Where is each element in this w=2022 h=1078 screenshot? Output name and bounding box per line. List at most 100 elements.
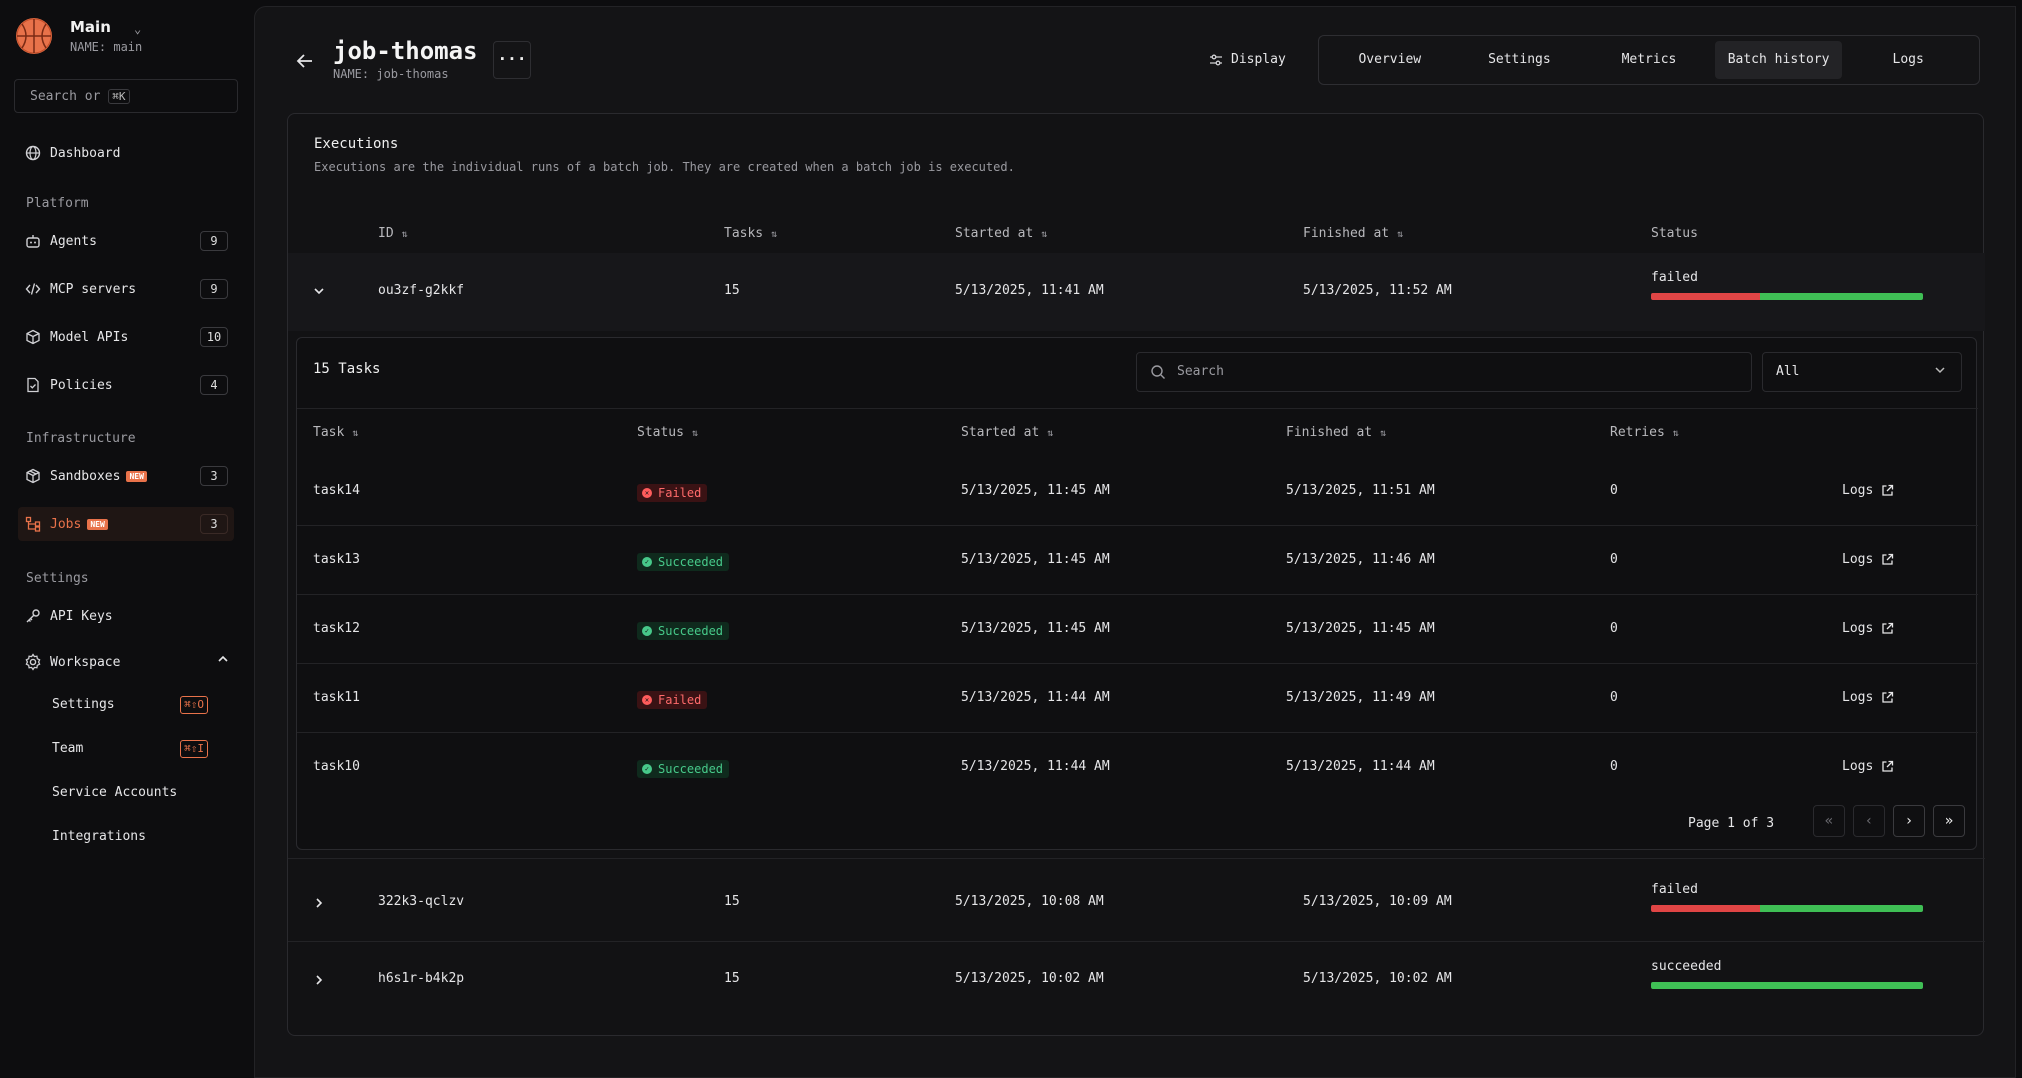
chevron-down-icon[interactable]: ⌄: [134, 22, 141, 36]
section-settings: Settings: [26, 571, 89, 586]
chevron-up-icon[interactable]: [216, 652, 230, 670]
shortcut-badge: ⌘⇧I: [180, 740, 208, 758]
box-icon: [24, 467, 42, 485]
chevron-down-icon: [1933, 363, 1947, 381]
main-panel: job-thomas NAME: job-thomas ··· Display …: [254, 6, 2016, 1078]
chevron-right-icon[interactable]: [312, 896, 326, 914]
basketball-logo-icon: [16, 18, 52, 54]
back-arrow-icon[interactable]: [295, 51, 315, 76]
external-link-icon: [1881, 484, 1894, 497]
column-header-retries[interactable]: Retries ⇅: [1610, 425, 1679, 440]
nav-label: Model APIs: [50, 329, 129, 345]
chevron-right-icon[interactable]: [312, 973, 326, 991]
page-subtitle: NAME: job-thomas: [333, 67, 449, 81]
nav-label: MCP servers: [50, 281, 137, 297]
link-text: Logs: [1842, 552, 1874, 567]
section-platform: Platform: [26, 196, 89, 211]
workspace-switcher[interactable]: Main NAME: main ⌄: [16, 18, 142, 54]
new-badge: NEW: [87, 518, 108, 530]
table-row[interactable]: [288, 253, 1985, 331]
logs-link[interactable]: Logs: [1842, 621, 1894, 636]
chevron-down-icon[interactable]: [312, 284, 326, 302]
sub-item-label: Settings: [52, 697, 115, 712]
tab-overview[interactable]: Overview: [1326, 41, 1454, 79]
executions-description: Executions are the individual runs of a …: [314, 160, 1015, 174]
nav-api-keys[interactable]: API Keys: [18, 599, 234, 633]
nav-label: API Keys: [50, 608, 113, 624]
workflow-icon: [24, 515, 42, 533]
nav-jobs[interactable]: Jobs NEW 3: [18, 507, 234, 541]
column-header-task[interactable]: Task ⇅: [313, 425, 358, 440]
column-header-finished[interactable]: Finished at ⇅: [1303, 226, 1403, 241]
tab-batch-history[interactable]: Batch history: [1714, 41, 1843, 79]
execution-started: 5/13/2025, 10:08 AM: [955, 894, 1104, 909]
status-badge: ✕ Failed: [637, 691, 708, 709]
status-progress-bar: [1651, 293, 1923, 300]
tab-bar: Overview Settings Metrics Batch history …: [1318, 35, 1980, 85]
search-box[interactable]: Search or ⌘K: [14, 79, 238, 113]
section-infrastructure: Infrastructure: [26, 431, 136, 446]
next-page-button[interactable]: ›: [1893, 805, 1925, 837]
task-search-input[interactable]: Search: [1136, 352, 1752, 392]
status-filter-select[interactable]: All: [1762, 352, 1962, 392]
nav-workspace[interactable]: Workspace: [18, 645, 234, 679]
execution-tasks: 15: [724, 283, 740, 298]
prev-page-button[interactable]: ‹: [1853, 805, 1885, 837]
status-text: Succeeded: [658, 624, 724, 638]
workspace-service-accounts-link[interactable]: Service Accounts: [52, 785, 177, 800]
shortcut-badge: ⌘⇧O: [180, 696, 208, 714]
display-button[interactable]: Display: [1209, 52, 1286, 67]
code-icon: [24, 280, 42, 298]
task-retries: 0: [1610, 552, 1618, 567]
task-name: task14: [313, 483, 360, 498]
nav-policies[interactable]: Policies 4: [18, 368, 234, 402]
task-name: task12: [313, 621, 360, 636]
execution-started: 5/13/2025, 10:02 AM: [955, 971, 1104, 986]
tab-settings[interactable]: Settings: [1456, 41, 1584, 79]
logs-link[interactable]: Logs: [1842, 759, 1894, 774]
tab-metrics[interactable]: Metrics: [1585, 41, 1713, 79]
task-started: 5/13/2025, 11:44 AM: [961, 690, 1110, 705]
column-header-started[interactable]: Started at ⇅: [955, 226, 1047, 241]
status-text: Succeeded: [658, 762, 724, 776]
tab-logs[interactable]: Logs: [1844, 41, 1972, 79]
nav-agents[interactable]: Agents 9: [18, 224, 234, 258]
column-header-id[interactable]: ID ⇅: [378, 226, 408, 241]
execution-id: h6s1r-b4k2p: [378, 971, 465, 986]
logs-link[interactable]: Logs: [1842, 690, 1894, 705]
display-label: Display: [1231, 52, 1286, 67]
workspace-settings-link[interactable]: Settings ⌘⇧O: [52, 696, 228, 714]
last-page-button[interactable]: »: [1933, 805, 1965, 837]
robot-icon: [24, 232, 42, 250]
workspace-integrations-link[interactable]: Integrations: [52, 829, 146, 844]
column-header-task-started[interactable]: Started at ⇅: [961, 425, 1053, 440]
nav-label: Sandboxes: [50, 468, 121, 484]
external-link-icon: [1881, 622, 1894, 635]
first-page-button[interactable]: «: [1813, 805, 1845, 837]
column-header-tasks[interactable]: Tasks ⇅: [724, 226, 777, 241]
nav-dashboard[interactable]: Dashboard: [18, 136, 234, 170]
tasks-panel: 15 Tasks Search All Task ⇅ Status ⇅ Starte…: [296, 337, 1978, 850]
external-link-icon: [1881, 553, 1894, 566]
link-text: Logs: [1842, 759, 1874, 774]
column-header-status: Status: [1651, 226, 1698, 241]
task-finished: 5/13/2025, 11:46 AM: [1286, 552, 1435, 567]
nav-mcp-servers[interactable]: MCP servers 9: [18, 272, 234, 306]
column-label: Finished at: [1286, 425, 1373, 440]
workspace-team-link[interactable]: Team ⌘⇧I: [52, 740, 228, 758]
divider: [297, 663, 1978, 664]
nav-label: Workspace: [50, 654, 121, 670]
nav-sandboxes[interactable]: Sandboxes NEW 3: [18, 459, 234, 493]
count-badge: 10: [200, 327, 228, 347]
column-label: Finished at: [1303, 226, 1390, 241]
column-header-task-status[interactable]: Status ⇅: [637, 425, 698, 440]
nav-model-apis[interactable]: Model APIs 10: [18, 320, 234, 354]
check-circle-icon: ✓: [642, 557, 652, 567]
nav-label: Agents: [50, 233, 97, 249]
tasks-title: 15 Tasks: [313, 361, 381, 377]
status-badge: ✕ Failed: [637, 484, 708, 502]
logs-link[interactable]: Logs: [1842, 552, 1894, 567]
logs-link[interactable]: Logs: [1842, 483, 1894, 498]
column-header-task-finished[interactable]: Finished at ⇅: [1286, 425, 1386, 440]
more-options-button[interactable]: ···: [493, 41, 531, 79]
